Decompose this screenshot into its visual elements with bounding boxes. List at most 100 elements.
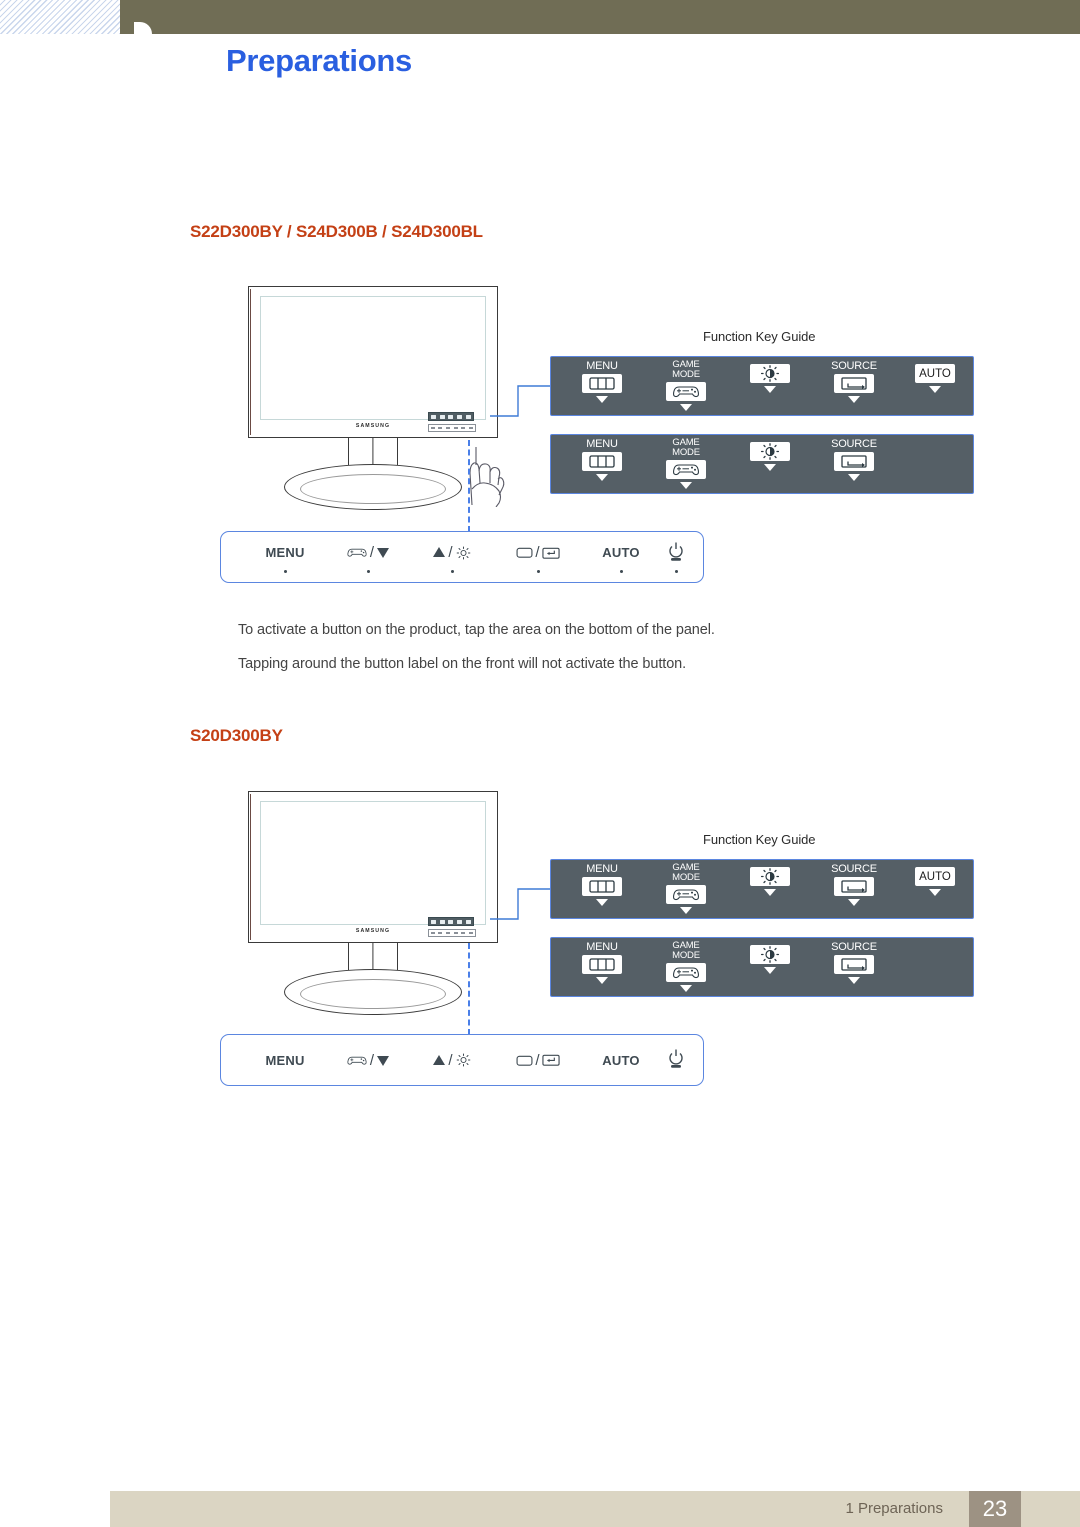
section-1-note-1: To activate a button on the product, tap… (238, 622, 715, 638)
button-source-enter[interactable]: / (497, 1035, 579, 1085)
enter-arrow-icon (541, 547, 560, 559)
caret-down-icon (596, 977, 608, 984)
button-bar-2: MENU / / / AUTO (220, 1034, 704, 1086)
button-up-brightness[interactable]: / (411, 532, 493, 582)
fkey-source[interactable]: SOURCE (817, 435, 891, 493)
button-indicator-dot (283, 569, 287, 573)
brand-logo: SAMSUNG (355, 423, 391, 429)
section-1-heading: S22D300BY / S24D300B / S24D300BL (190, 222, 483, 241)
button-auto[interactable]: AUTO (583, 532, 659, 582)
function-key-guide-title-1: Function Key Guide (703, 329, 816, 344)
caret-down-icon (929, 386, 941, 393)
gamepad-icon (347, 548, 367, 557)
fkey-menu[interactable]: MENU (567, 938, 637, 996)
fkey-menu[interactable]: MENU (567, 357, 637, 415)
triangle-up-icon (433, 547, 446, 557)
button-auto[interactable]: AUTO (583, 1035, 659, 1085)
button-power[interactable] (649, 1035, 703, 1085)
fkey-source[interactable]: SOURCE (817, 938, 891, 996)
source-loop-icon (834, 955, 874, 974)
button-up-brightness[interactable]: / (411, 1035, 493, 1085)
button-gamemode-down[interactable]: / (329, 532, 407, 582)
button-bar-1: MENU / / / AUTO (220, 531, 704, 583)
section-2-heading: S20D300BY (190, 726, 283, 745)
dashed-guide-line-1 (468, 440, 470, 532)
brightness-icon (750, 945, 790, 964)
fkey-auto[interactable]: AUTO (903, 860, 967, 918)
caret-down-icon (680, 482, 692, 489)
fkey-source[interactable]: SOURCE (817, 860, 891, 918)
page-title: Preparations (226, 43, 412, 78)
button-menu[interactable]: MENU (245, 532, 325, 582)
gamepad-icon (666, 963, 706, 982)
brightness-sun-icon (456, 1053, 470, 1067)
monitor-illustration-2: SAMSUNG (248, 791, 498, 1015)
caret-down-icon (764, 386, 776, 393)
source-loop-icon (834, 452, 874, 471)
footer-chapter-label: 1 Preparations (845, 1500, 943, 1517)
function-key-panel-1-bottom: MENU GAME MODE SOURCE (550, 434, 974, 494)
caret-down-icon (680, 404, 692, 411)
source-rect-icon (516, 1055, 533, 1066)
menu-bars-icon (582, 452, 622, 471)
auto-text-icon: AUTO (915, 364, 955, 383)
caret-down-icon (764, 464, 776, 471)
monitor-left-edge (250, 794, 252, 940)
dashed-guide-line-2 (468, 943, 470, 1035)
caret-down-icon (848, 899, 860, 906)
fkey-brightness[interactable] (735, 860, 805, 918)
button-indicator-dot (450, 569, 454, 573)
gamepad-icon (666, 460, 706, 479)
menu-bars-icon (582, 374, 622, 393)
pointing-hand-icon (469, 447, 505, 507)
button-menu[interactable]: MENU (245, 1035, 325, 1085)
brand-logo: SAMSUNG (355, 928, 391, 934)
fkey-source[interactable]: SOURCE (817, 357, 891, 415)
osd-icon-strip (428, 917, 474, 926)
fkey-gamemode[interactable]: GAME MODE (651, 357, 721, 415)
fkey-auto[interactable]: AUTO (903, 357, 967, 415)
osd-icon-strip (428, 412, 474, 421)
caret-down-icon (929, 889, 941, 896)
fkey-brightness[interactable] (735, 938, 805, 996)
function-key-guide-title-2: Function Key Guide (703, 832, 816, 847)
monitor-screen (260, 296, 486, 420)
auto-text-icon: AUTO (915, 867, 955, 886)
menu-bars-icon (582, 955, 622, 974)
fkey-brightness[interactable] (735, 435, 805, 493)
footer-page-box: 23 (969, 1491, 1021, 1527)
header-bar (120, 0, 1080, 34)
source-loop-icon (834, 877, 874, 896)
button-indicator-dot (366, 569, 370, 573)
fkey-menu[interactable]: MENU (567, 860, 637, 918)
fkey-brightness[interactable] (735, 357, 805, 415)
fkey-gamemode[interactable]: GAME MODE (651, 435, 721, 493)
button-power[interactable] (649, 532, 703, 582)
triangle-down-icon (377, 1055, 390, 1066)
caret-down-icon (848, 474, 860, 481)
button-indicator-dot (674, 569, 678, 573)
triangle-down-icon (377, 548, 390, 558)
fkey-gamemode[interactable]: GAME MODE (651, 860, 721, 918)
monitor-base-inner (300, 474, 446, 504)
function-key-panel-2-bottom: MENU GAME MODE SOURCE (550, 937, 974, 997)
page-number: 23 (982, 1496, 1008, 1521)
triangle-up-icon (433, 1054, 446, 1065)
fkey-gamemode[interactable]: GAME MODE (651, 938, 721, 996)
document-page: Preparations S22D300BY / S24D300B / S24D… (0, 0, 1080, 1527)
button-source-enter[interactable]: / (497, 532, 579, 582)
fkey-menu[interactable]: MENU (567, 435, 637, 493)
source-rect-icon (516, 547, 533, 558)
brightness-icon (750, 442, 790, 461)
brightness-icon (750, 867, 790, 886)
button-indicator-dot (619, 569, 623, 573)
function-key-panel-2-top: MENU GAME MODE SOURCE AUTO (550, 859, 974, 919)
button-gamemode-down[interactable]: / (329, 1035, 407, 1085)
caret-down-icon (848, 396, 860, 403)
brightness-icon (750, 364, 790, 383)
caret-down-icon (680, 907, 692, 914)
caret-down-icon (596, 396, 608, 403)
button-indicator-dot (536, 569, 540, 573)
gamepad-icon (347, 1056, 367, 1065)
caret-down-icon (596, 474, 608, 481)
